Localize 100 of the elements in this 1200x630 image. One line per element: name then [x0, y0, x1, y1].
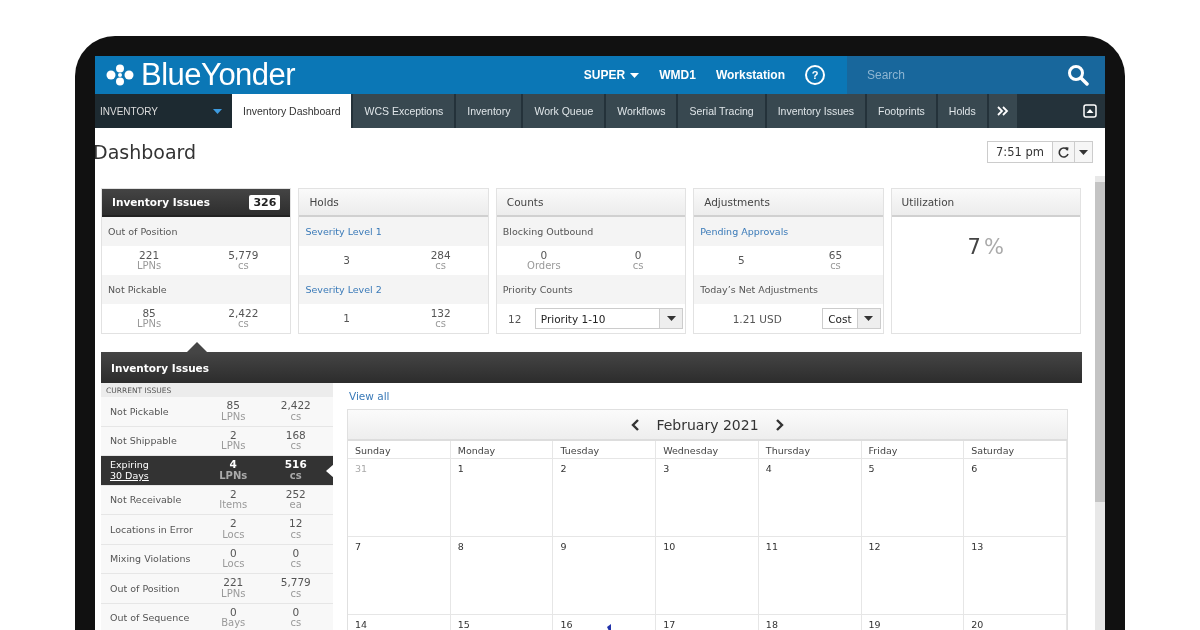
issue-row[interactable]: Out of Sequence 0 Bays 0 cs [101, 603, 333, 630]
value: 1 [343, 313, 350, 324]
dropdown-button[interactable] [1074, 142, 1092, 162]
section-label: Out of Position [102, 217, 291, 246]
unit-label: cs [290, 588, 302, 599]
day-number: 1 [457, 463, 464, 474]
tab[interactable]: Serial Tracing [678, 94, 765, 128]
day-number: 5 [868, 463, 875, 474]
value: 12 [507, 312, 523, 325]
issue-row[interactable]: Not Shippable 2 LPNs 168 cs [101, 426, 333, 456]
search-icon[interactable] [1067, 64, 1089, 86]
search-field[interactable]: Search [847, 56, 1105, 94]
issue-label: Not Pickable [110, 405, 170, 417]
unit-label: cs [237, 318, 249, 330]
refresh-button[interactable] [1052, 142, 1074, 162]
value: 85 [226, 400, 240, 412]
unit-label: cs [237, 260, 249, 272]
unit-label: cs [289, 470, 302, 481]
issue-row[interactable]: Expiring 30 Days 4 LPNs 516 cs [101, 456, 333, 486]
nav-link[interactable]: SUPER [583, 68, 640, 82]
day-number: 9 [560, 541, 567, 552]
value: 3 [343, 255, 350, 266]
scrollbar[interactable] [1095, 176, 1105, 630]
logo-text: BlueYonder [141, 57, 296, 93]
day-number: 20 [971, 619, 984, 630]
value: 516 [284, 459, 307, 471]
refresh-icon [1057, 145, 1070, 159]
dropdown[interactable]: Cost [822, 308, 881, 329]
unit-label: cs [290, 411, 302, 422]
value: 5,779 [228, 249, 259, 261]
value: 221 [223, 577, 244, 589]
day-number: 7 [355, 541, 362, 552]
unit-label: cs [290, 618, 302, 629]
pointer-notch [187, 342, 207, 352]
day-number: 4 [765, 463, 772, 474]
page-title: Dashboard [95, 141, 197, 163]
unit-label: cs [290, 529, 302, 540]
nav-link[interactable]: Workstation [715, 68, 785, 82]
day-number: 10 [663, 541, 676, 552]
section-link[interactable]: Pending Approvals [694, 217, 883, 246]
value: 1.21 USD [731, 312, 783, 325]
caret-icon [630, 72, 640, 78]
card-title: Counts [506, 196, 544, 208]
unit-label: cs [290, 559, 302, 570]
view-all-link[interactable]: View all [349, 390, 390, 402]
day-number: 2 [560, 463, 567, 474]
logo-icon [105, 64, 135, 86]
chevron-left-icon [631, 418, 641, 431]
issue-row[interactable]: Not Pickable 85 LPNs 2,422 cs [101, 397, 333, 427]
double-chevron-icon [996, 106, 1009, 116]
weekday-header: Sunday [348, 441, 451, 459]
card-title: Adjustments [704, 196, 770, 208]
tab[interactable]: Footprints [867, 94, 936, 128]
tab[interactable]: Holds [937, 94, 987, 128]
collapse-icon[interactable] [1083, 104, 1097, 118]
value: 5 [737, 255, 745, 266]
day-number: 12 [868, 541, 881, 552]
value: 2 [229, 518, 237, 530]
card-title: Utilization [901, 196, 955, 208]
unit-label: cs [435, 318, 447, 330]
weekday-header: Monday [450, 441, 554, 459]
tab[interactable]: Inventory Issues [766, 94, 866, 128]
value: 0 [540, 249, 548, 261]
card-title: Holds [309, 196, 339, 208]
tab[interactable]: Workflows [606, 94, 677, 128]
dropdown[interactable]: Priority 1-10 [534, 308, 684, 329]
caret-icon [213, 108, 222, 114]
tab[interactable]: Inventory [456, 94, 522, 128]
unit-label: cs [290, 441, 302, 452]
day-number: 6 [971, 463, 978, 474]
module-dropdown[interactable]: INVENTORY [95, 94, 232, 128]
value: 284 [430, 249, 451, 261]
nav-link[interactable]: WMD1 [659, 68, 696, 82]
event-marker-icon[interactable] [606, 624, 612, 630]
section-link[interactable]: Severity Level 2 [299, 275, 488, 304]
value: 0 [292, 548, 300, 559]
weekday-header: Friday [861, 441, 965, 459]
section-label: Blocking Outbound [496, 217, 686, 246]
unit-label: Locs [222, 559, 245, 570]
unit-label: LPNs [221, 441, 246, 452]
issue-row[interactable]: Mixing Violations 0 Locs 0 cs [101, 544, 333, 574]
more-tabs-button[interactable] [988, 94, 1017, 128]
issue-row[interactable]: Not Receivable 2 Items 252 ea [101, 485, 333, 515]
help-button[interactable]: ? [805, 65, 825, 85]
day-number: 3 [663, 463, 670, 474]
tab[interactable]: WCS Exceptions [353, 94, 455, 128]
section-label: Not Pickable [102, 275, 291, 304]
value: 0 [634, 249, 642, 261]
value: 252 [285, 489, 306, 500]
issue-label: Out of Position [110, 582, 181, 594]
issue-label: Not Receivable [110, 494, 183, 506]
caret-icon [1079, 149, 1088, 155]
card-title: Inventory Issues [112, 196, 210, 208]
section-link[interactable]: Severity Level 1 [299, 217, 488, 246]
issue-row[interactable]: Out of Position 221 LPNs 5,779 cs [101, 574, 333, 604]
tab[interactable]: Work Queue [523, 94, 605, 128]
unit-label: LPNs [136, 260, 162, 272]
value: 65 [828, 249, 843, 261]
issue-row[interactable]: Locations in Error 2 Locs 12 cs [101, 515, 333, 545]
tab[interactable]: Inventory Dashboard [232, 94, 352, 128]
